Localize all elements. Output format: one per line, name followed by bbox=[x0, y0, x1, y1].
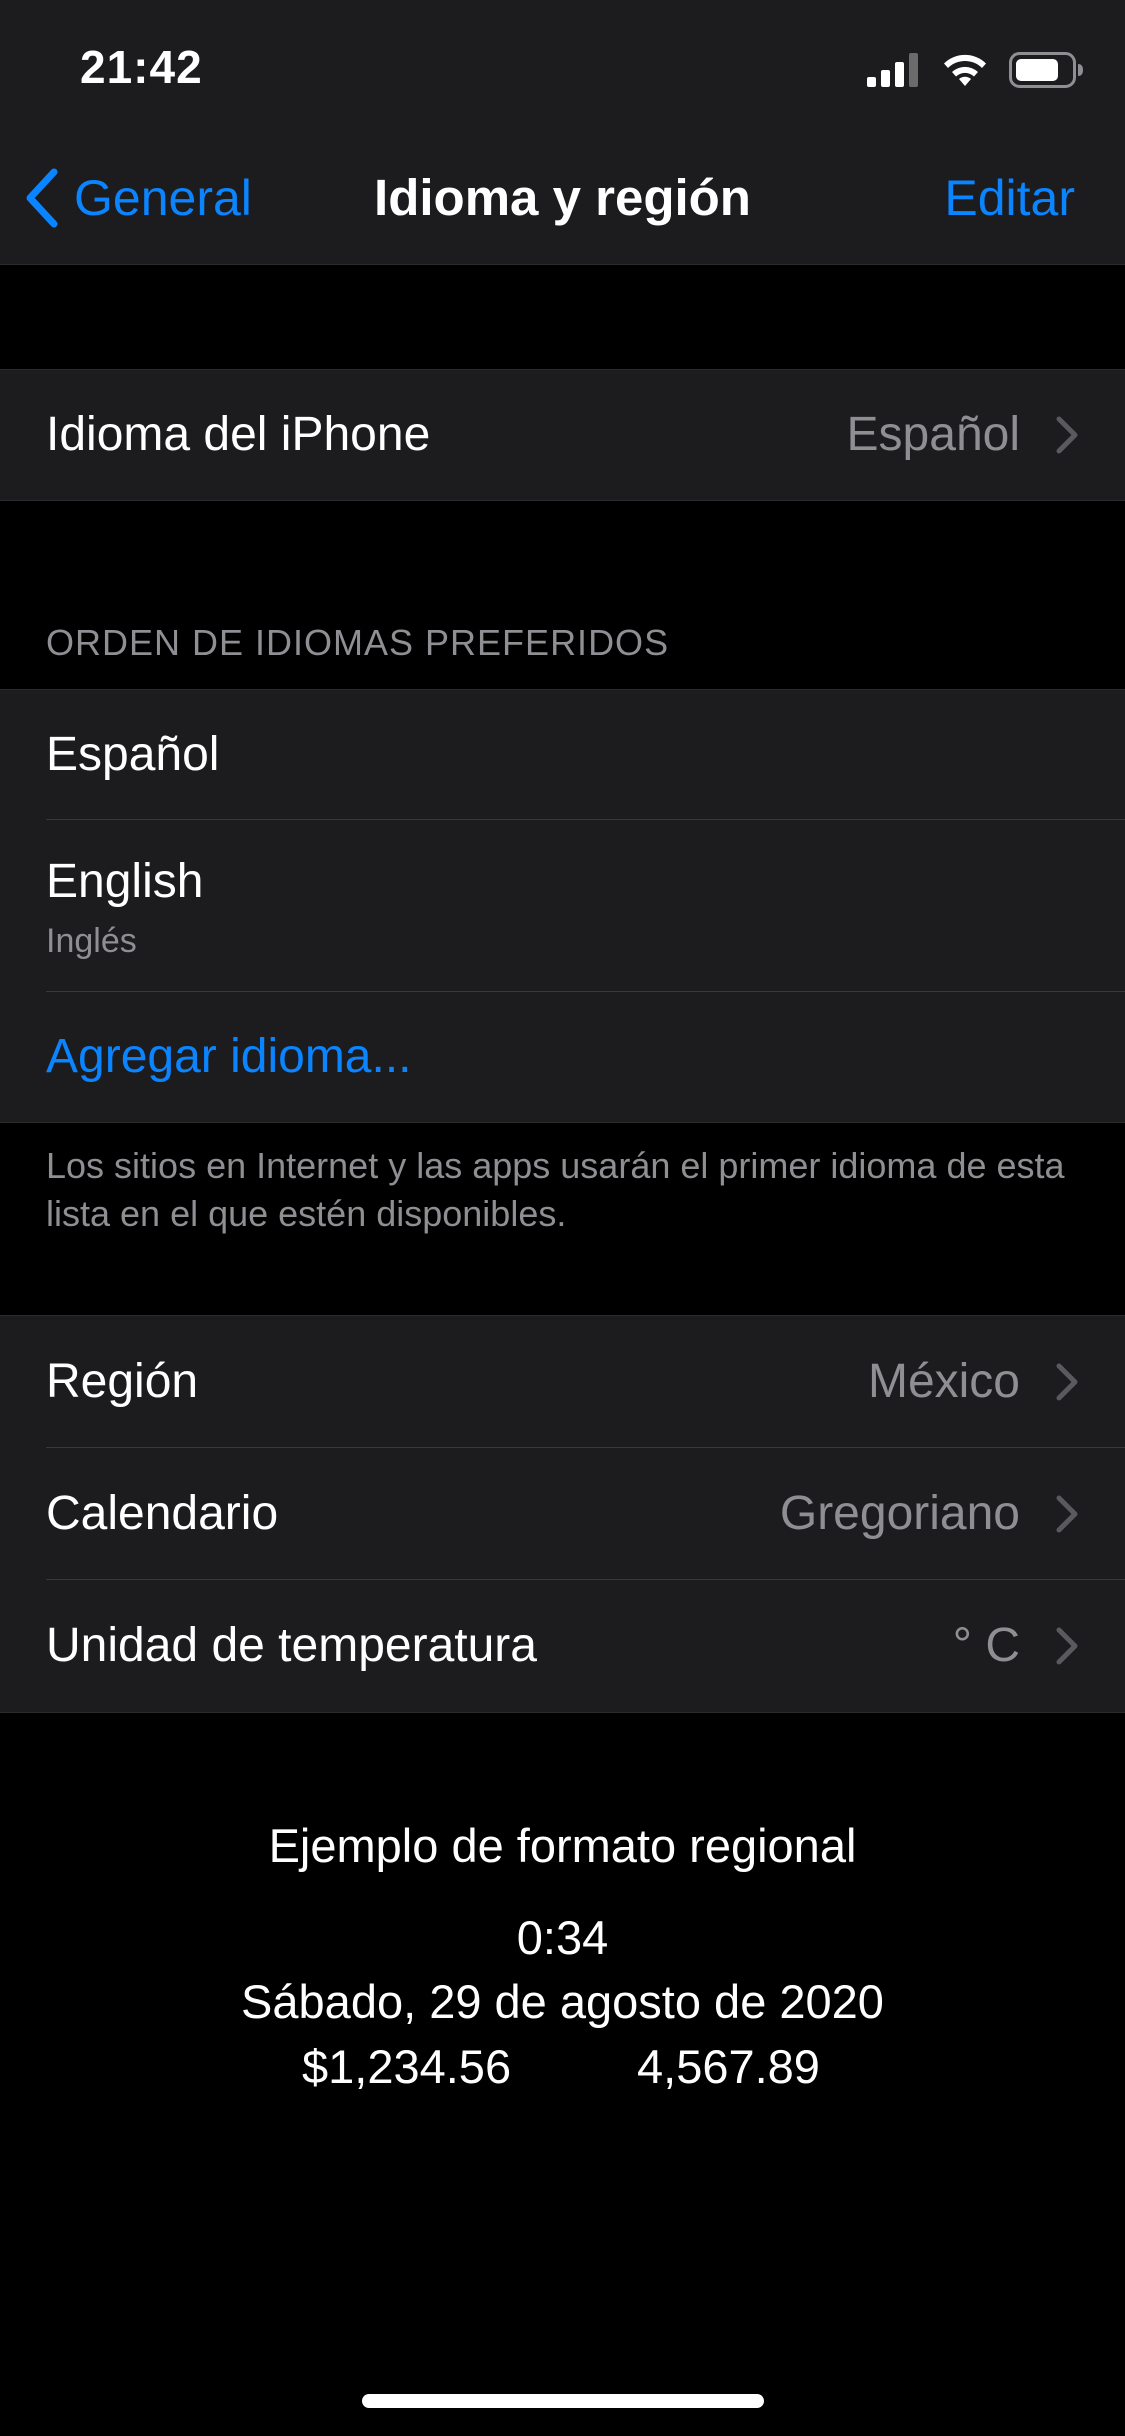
home-indicator[interactable] bbox=[362, 2394, 764, 2408]
chevron-right-icon bbox=[1056, 1495, 1078, 1533]
language-item-label: Español bbox=[46, 728, 220, 781]
language-item-english[interactable]: English Inglés bbox=[0, 820, 1125, 992]
navigation-bar: General Idioma y región Editar bbox=[0, 132, 1125, 265]
language-item-label: English bbox=[46, 855, 204, 908]
iphone-language-row[interactable]: Idioma del iPhone Español bbox=[0, 370, 1125, 500]
cellular-signal-icon bbox=[867, 53, 918, 87]
chevron-right-icon bbox=[1056, 416, 1078, 454]
language-item-espanol[interactable]: Español bbox=[0, 690, 1125, 820]
add-language-link[interactable]: Agregar idioma... bbox=[46, 1029, 412, 1084]
format-example-number: 4,567.89 bbox=[637, 2040, 820, 2093]
iphone-language-group: Idioma del iPhone Español bbox=[0, 369, 1125, 501]
language-item-sublabel: Inglés bbox=[46, 922, 137, 960]
calendar-label: Calendario bbox=[46, 1487, 279, 1540]
temperature-unit-value: ° C bbox=[952, 1619, 1020, 1672]
status-time: 21:42 bbox=[80, 41, 203, 93]
region-label: Región bbox=[46, 1355, 199, 1408]
format-example-currency: $1,234.56 bbox=[302, 2040, 512, 2093]
preferred-languages-header: ORDEN DE IDIOMAS PREFERIDOS bbox=[46, 622, 670, 663]
regional-settings-group: Región México Calendario Gregoriano Unid… bbox=[0, 1315, 1125, 1713]
status-bar: 21:42 bbox=[0, 0, 1125, 132]
chevron-right-icon bbox=[1056, 1363, 1078, 1401]
format-example-numbers: $1,234.56 4,567.89 bbox=[0, 2039, 1125, 2099]
chevron-right-icon bbox=[1056, 1627, 1078, 1665]
format-example-date: Sábado, 29 de agosto de 2020 bbox=[241, 1975, 884, 2028]
wifi-icon bbox=[944, 54, 986, 86]
region-value: México bbox=[867, 1355, 1020, 1408]
temperature-unit-label: Unidad de temperatura bbox=[46, 1619, 537, 1672]
add-language-row[interactable]: Agregar idioma... bbox=[0, 992, 1125, 1122]
calendar-value: Gregoriano bbox=[779, 1487, 1020, 1540]
iphone-language-value: Español bbox=[846, 408, 1020, 461]
temperature-unit-row[interactable]: Unidad de temperatura ° C bbox=[0, 1580, 1125, 1712]
region-row[interactable]: Región México bbox=[0, 1316, 1125, 1448]
battery-icon bbox=[1009, 52, 1083, 88]
calendar-row[interactable]: Calendario Gregoriano bbox=[0, 1448, 1125, 1580]
format-example-time: 0:34 bbox=[516, 1911, 609, 1964]
edit-button[interactable]: Editar bbox=[944, 162, 1075, 234]
format-example-title: Ejemplo de formato regional bbox=[268, 1819, 857, 1872]
preferred-languages-footer: Los sitios en Internet y las apps usarán… bbox=[46, 1145, 1065, 1234]
preferred-languages-group: Español English Inglés Agregar idioma... bbox=[0, 689, 1125, 1123]
status-icons bbox=[867, 50, 1085, 90]
iphone-language-label: Idioma del iPhone bbox=[46, 408, 431, 461]
